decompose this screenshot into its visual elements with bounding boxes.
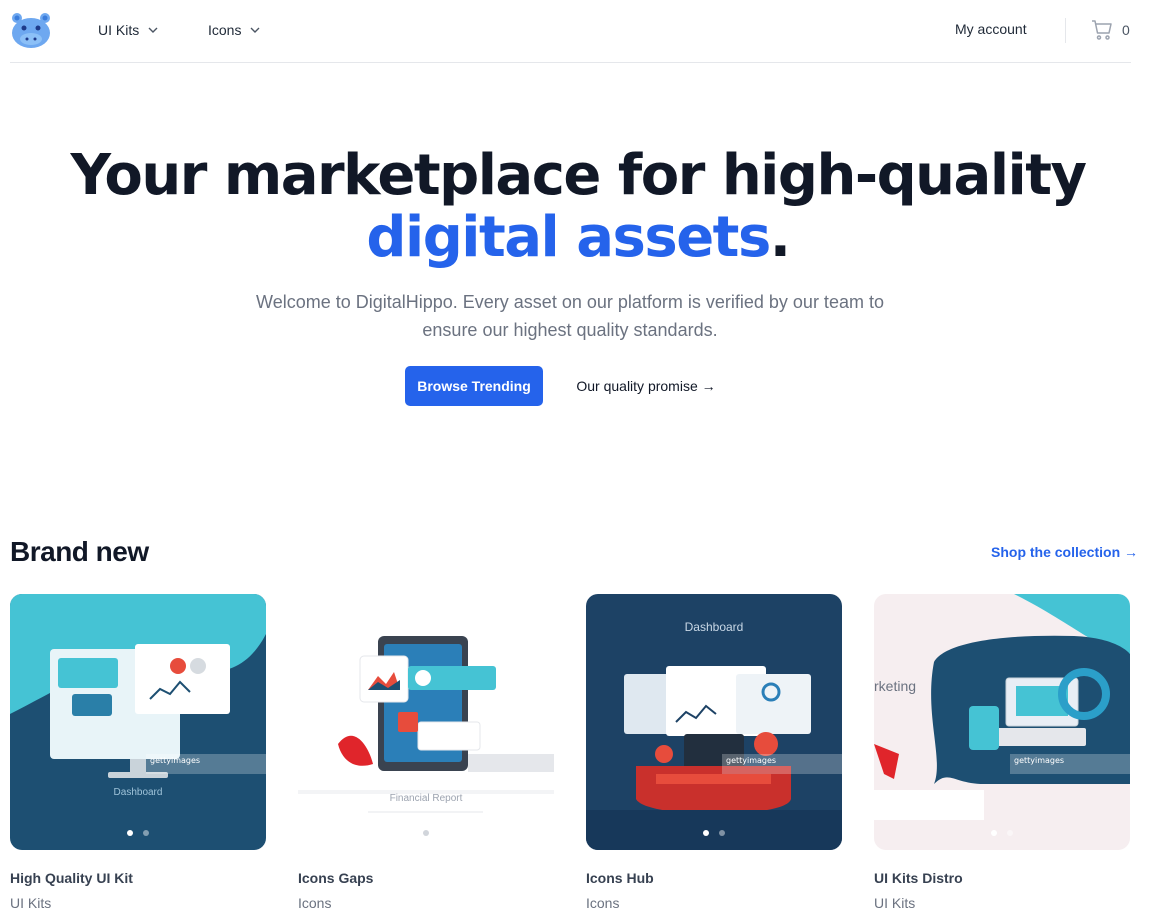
cart-count: 0 xyxy=(1122,22,1130,38)
thumb-caption: Financial Report xyxy=(389,793,463,804)
product-image[interactable]: gettyimages Dashboard xyxy=(10,594,266,850)
product-name[interactable]: High Quality UI Kit xyxy=(10,870,266,886)
nav-icons[interactable]: Icons xyxy=(208,20,261,40)
product-name[interactable]: UI Kits Distro xyxy=(874,870,1130,886)
thumb-caption: Dashboard xyxy=(113,787,163,798)
chevron-down-icon xyxy=(250,27,260,33)
section-title: Brand new xyxy=(10,536,149,567)
carousel-dot[interactable] xyxy=(143,830,149,836)
product-image[interactable]: Financial Report xyxy=(298,594,554,850)
product-card[interactable]: gettyimages Dashboard Icons Hub Icons xyxy=(586,594,842,911)
product-card[interactable]: gettyimages Dashboard High Quality UI Ki… xyxy=(10,594,266,911)
cart-button[interactable]: 0 xyxy=(1090,18,1130,42)
nav-ui-kits-label: UI Kits xyxy=(98,22,140,38)
carousel-dots xyxy=(874,830,1130,836)
product-image[interactable]: gettyimages Dashboard xyxy=(586,594,842,850)
hero-title-main: Your marketplace for high-quality xyxy=(70,143,1087,208)
carousel-dots xyxy=(10,830,266,836)
carousel-dots xyxy=(298,830,554,836)
header-divider xyxy=(1065,18,1066,43)
carousel-dot[interactable] xyxy=(127,830,133,836)
carousel-dot[interactable] xyxy=(423,830,429,836)
chevron-down-icon xyxy=(148,27,158,33)
product-category: Icons xyxy=(298,895,332,911)
thumb-caption: rketing xyxy=(874,678,917,694)
product-name[interactable]: Icons Gaps xyxy=(298,870,554,886)
my-account-link[interactable]: My account xyxy=(955,21,1027,37)
thumb-caption: Dashboard xyxy=(684,620,744,634)
product-card[interactable]: Financial Report Icons Gaps Icons xyxy=(298,594,554,911)
watermark-label: gettyimages xyxy=(146,754,266,774)
product-card[interactable]: rketing gettyimages UI Kits Distro UI Ki… xyxy=(874,594,1130,911)
browse-trending-button[interactable]: Browse Trending xyxy=(405,366,543,406)
hippo-logo-icon[interactable] xyxy=(10,10,52,50)
quality-promise-button[interactable]: Our quality promise → xyxy=(566,366,726,406)
carousel-dots xyxy=(586,830,842,836)
shop-collection-link[interactable]: Shop the collection → xyxy=(991,544,1138,560)
nav-icons-label: Icons xyxy=(208,22,242,38)
nav-ui-kits[interactable]: UI Kits xyxy=(98,20,159,40)
product-name[interactable]: Icons Hub xyxy=(586,870,842,886)
carousel-dot[interactable] xyxy=(719,830,725,836)
hero-title-accent: digital assets xyxy=(366,205,771,270)
carousel-dot[interactable] xyxy=(991,830,997,836)
carousel-dot[interactable] xyxy=(703,830,709,836)
product-category: Icons xyxy=(586,895,620,911)
hero-title: Your marketplace for high-quality digita… xyxy=(0,145,1156,269)
shopping-cart-icon xyxy=(1092,20,1112,40)
carousel-dot[interactable] xyxy=(1007,830,1013,836)
watermark-label: gettyimages xyxy=(1010,754,1130,774)
watermark-label: gettyimages xyxy=(722,754,842,774)
hero-subtitle: Welcome to DigitalHippo. Every asset on … xyxy=(256,292,884,340)
product-category: UI Kits xyxy=(874,895,916,911)
site-header: UI Kits Icons My account 0 xyxy=(10,0,1131,63)
product-image[interactable]: rketing gettyimages xyxy=(874,594,1130,850)
hero-title-end: . xyxy=(769,205,791,270)
product-category: UI Kits xyxy=(10,895,52,911)
